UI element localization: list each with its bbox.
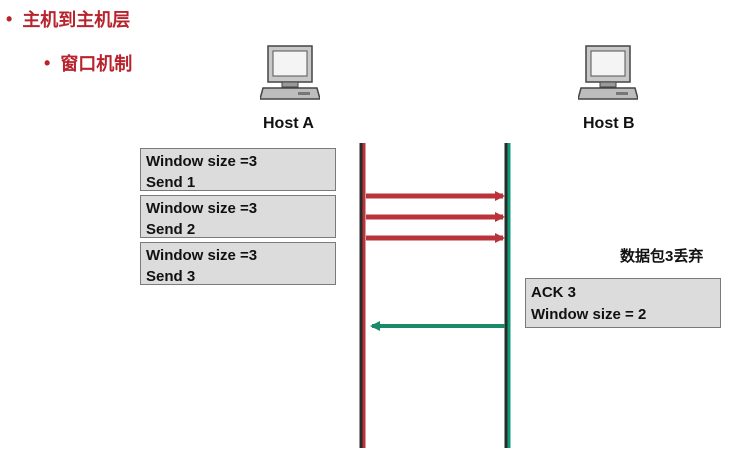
packet-dropped-label: 数据包3丢弃	[620, 248, 704, 265]
send-box-window-size: Window size =3	[146, 153, 258, 170]
send-box-window-size: Window size =3	[146, 247, 258, 264]
send-box-send: Send 1	[146, 174, 196, 191]
send-box-2: Window size =3 Send 2	[140, 195, 336, 238]
send-box-window-size: Window size =3	[146, 200, 258, 217]
send-box-1: Window size =3 Send 1	[140, 148, 336, 191]
send-box-send: Send 2	[146, 221, 196, 238]
sequence-diagram	[359, 143, 511, 448]
ack-box-window-size: Window size = 2	[531, 306, 647, 323]
send-box-3: Window size =3 Send 3	[140, 242, 336, 285]
ack-box: ACK 3 Window size = 2	[525, 278, 721, 328]
ack-box-ack: ACK 3	[531, 284, 577, 301]
send-box-send: Send 3	[146, 268, 196, 285]
